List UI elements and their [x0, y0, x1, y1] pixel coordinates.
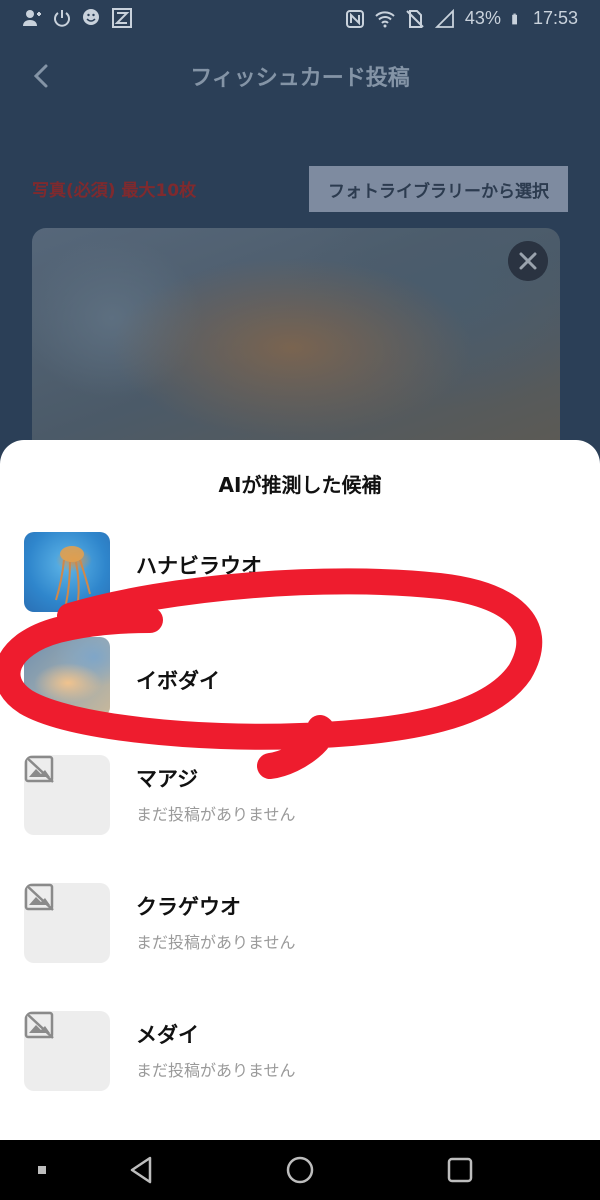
status-bar: 43% 17:53 [0, 0, 600, 38]
battery-icon [512, 13, 517, 24]
no-sim-icon [406, 9, 424, 28]
candidate-name: マアジ [136, 767, 199, 791]
dot-icon[interactable] [26, 1154, 58, 1186]
no-image-thumbnail [24, 883, 110, 963]
recents-square-icon[interactable] [444, 1154, 476, 1186]
app-header: フィッシュカード投稿 [0, 38, 600, 114]
candidate-item[interactable]: ハナビラウオ [0, 522, 600, 622]
page-title: フィッシュカード投稿 [190, 66, 410, 91]
z-app-icon [112, 8, 132, 28]
nfc-icon [345, 9, 364, 28]
photo-required-label: 写真(必須) 最大10枚 [32, 181, 197, 201]
candidate-item[interactable]: メダイ まだ投稿がありません [0, 1001, 600, 1101]
clock: 17:53 [532, 8, 578, 28]
candidate-name: イボダイ [136, 669, 220, 693]
sheet-title: AIが推測した候補 [218, 473, 382, 497]
close-icon[interactable] [508, 241, 548, 281]
jellyfish-thumbnail [24, 532, 110, 612]
navigation-bar [0, 1140, 600, 1200]
candidate-subtitle: まだ投稿がありません [136, 805, 296, 824]
candidate-subtitle: まだ投稿がありません [136, 933, 296, 952]
battery-percent: 43% [464, 8, 501, 28]
no-image-icon [24, 755, 54, 783]
selected-photo [32, 228, 560, 468]
no-image-thumbnail [24, 755, 110, 835]
candidate-name: クラゲウオ [136, 895, 241, 919]
candidate-item[interactable]: イボダイ [0, 627, 600, 727]
ai-candidates-sheet: AIが推測した候補 ハナビラウオ イボダイ マアジ まだ投稿がありません クラゲ… [0, 440, 600, 1140]
smile-download-icon [83, 9, 99, 25]
select-from-library-button[interactable]: フォトライブラリーから選択 [309, 166, 568, 212]
no-image-thumbnail [24, 1011, 110, 1091]
candidate-subtitle: まだ投稿がありません [136, 1061, 296, 1080]
power-icon [54, 10, 70, 27]
candidate-name: メダイ [136, 1023, 199, 1047]
candidate-item[interactable]: クラゲウオ まだ投稿がありません [0, 873, 600, 973]
signal-icon [434, 8, 454, 28]
fish-thumbnail [24, 637, 110, 717]
candidate-name: ハナビラウオ [136, 554, 262, 578]
home-circle-icon[interactable] [284, 1154, 316, 1186]
candidate-item[interactable]: マアジ まだ投稿がありません [0, 745, 600, 845]
no-image-icon [24, 1011, 54, 1039]
no-image-icon [24, 883, 54, 911]
wifi-icon [375, 10, 395, 27]
person-add-icon [23, 10, 41, 26]
back-triangle-icon[interactable] [126, 1154, 158, 1186]
